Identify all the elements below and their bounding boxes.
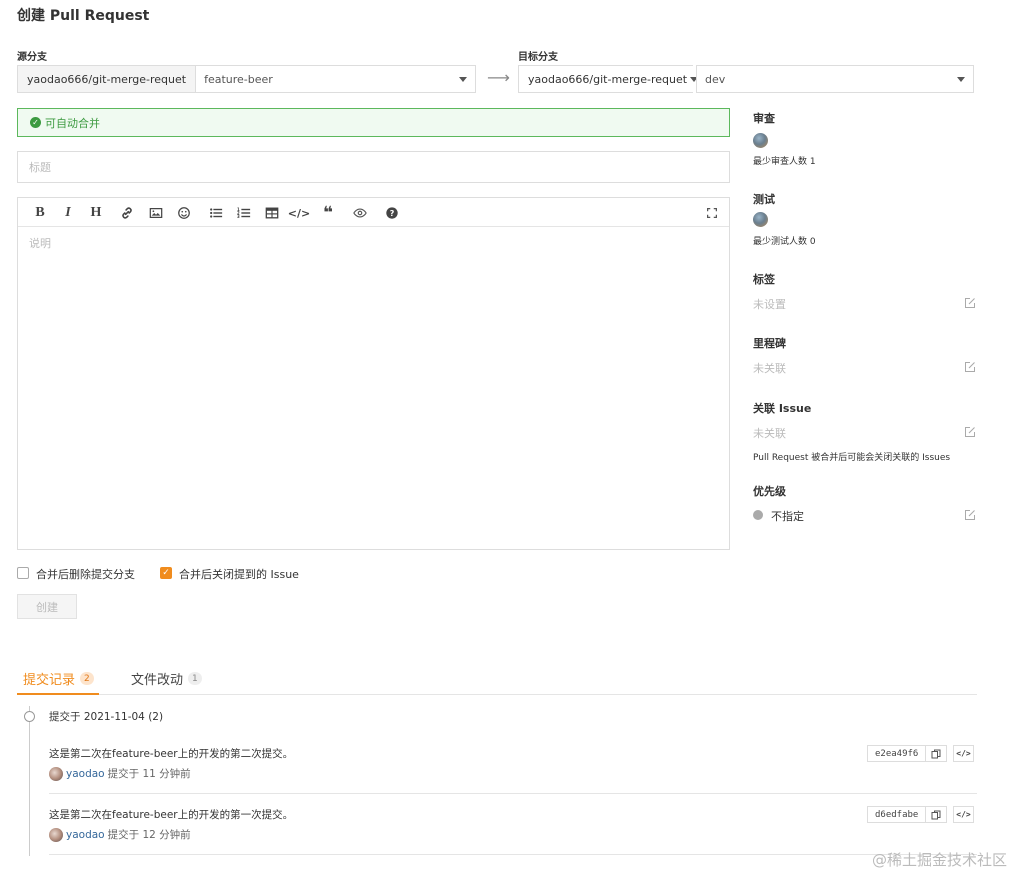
italic-icon[interactable]: I bbox=[60, 205, 76, 221]
source-branch-value: feature-beer bbox=[204, 72, 273, 86]
add-reviewer-avatar[interactable] bbox=[753, 133, 768, 148]
test-note: 最少测试人数 0 bbox=[753, 237, 816, 247]
arrow-right-icon: ⟶ bbox=[487, 68, 510, 87]
delete-branch-checkbox[interactable] bbox=[17, 567, 29, 579]
tab-files-count: 1 bbox=[188, 672, 202, 685]
title-input[interactable] bbox=[17, 151, 730, 183]
browse-code-button[interactable]: </> bbox=[953, 745, 974, 762]
source-repo: yaodao666/git-merge-requet bbox=[18, 66, 197, 92]
chevron-down-icon bbox=[957, 76, 965, 82]
target-repo-selector[interactable]: yaodao666/git-merge-requet bbox=[518, 65, 706, 93]
copy-icon[interactable] bbox=[926, 746, 946, 761]
commit-timeline bbox=[29, 706, 30, 856]
add-tester-avatar[interactable] bbox=[753, 212, 768, 227]
tags-value: 未设置 bbox=[753, 298, 786, 311]
source-branch-selector[interactable]: yaodao666/git-merge-requet feature-beer bbox=[17, 65, 476, 93]
help-icon[interactable]: ? bbox=[384, 205, 400, 221]
commit-message[interactable]: 这是第二次在feature-beer上的开发的第一次提交。 bbox=[49, 807, 293, 822]
commit-author[interactable]: yaodao bbox=[66, 829, 105, 841]
priority-dot-icon bbox=[753, 510, 763, 520]
bold-icon[interactable]: B bbox=[32, 205, 48, 221]
commit-meta: yaodao 提交于 11 分钟前 bbox=[49, 766, 191, 781]
image-icon[interactable] bbox=[148, 205, 164, 221]
issue-note: Pull Request 被合并后可能会关闭关联的 Issues bbox=[753, 453, 951, 463]
editor-toolbar: B I H 123 </> ❝ ? bbox=[18, 198, 729, 227]
priority-value: 不指定 bbox=[771, 510, 804, 523]
tab-files[interactable]: 文件改动 1 bbox=[131, 669, 202, 688]
close-issue-checkbox[interactable]: ✓ bbox=[160, 567, 172, 579]
copy-icon[interactable] bbox=[926, 807, 946, 822]
commit-sha[interactable]: e2ea49f6 bbox=[868, 746, 927, 761]
heading-icon[interactable]: H bbox=[88, 205, 104, 221]
commit-message[interactable]: 这是第二次在feature-beer上的开发的第二次提交。 bbox=[49, 746, 293, 761]
chevron-down-icon bbox=[459, 76, 467, 82]
tab-commits[interactable]: 提交记录 2 bbox=[23, 669, 94, 688]
target-branch-value: dev bbox=[705, 72, 726, 86]
commit-meta: yaodao 提交于 12 分钟前 bbox=[49, 827, 191, 842]
watermark: @稀土掘金技术社区 bbox=[871, 851, 1007, 869]
emoji-icon[interactable] bbox=[176, 205, 192, 221]
create-button[interactable]: 创建 bbox=[17, 594, 77, 619]
page-title: 创建 Pull Request bbox=[17, 8, 150, 24]
commit-time: 提交于 12 分钟前 bbox=[107, 829, 191, 841]
check-circle-icon: ✓ bbox=[30, 117, 41, 128]
tab-commits-count: 2 bbox=[80, 672, 94, 685]
delete-branch-label[interactable]: 合并后删除提交分支 bbox=[36, 566, 135, 582]
commit-author[interactable]: yaodao bbox=[66, 768, 105, 780]
review-note: 最少审查人数 1 bbox=[753, 157, 816, 167]
target-repo: yaodao666/git-merge-requet bbox=[528, 72, 688, 86]
browse-code-button[interactable]: </> bbox=[953, 806, 974, 823]
bullet-list-icon[interactable] bbox=[208, 205, 224, 221]
avatar[interactable] bbox=[49, 827, 63, 842]
edit-icon[interactable] bbox=[964, 297, 976, 309]
numbered-list-icon[interactable]: 123 bbox=[236, 205, 252, 221]
svg-text:3: 3 bbox=[237, 214, 240, 219]
close-issue-label[interactable]: 合并后关闭提到的 Issue bbox=[179, 566, 299, 582]
quote-icon[interactable]: ❝ bbox=[320, 203, 336, 223]
review-label: 审查 bbox=[753, 112, 775, 125]
edit-icon[interactable] bbox=[964, 426, 976, 438]
svg-text:?: ? bbox=[390, 209, 395, 218]
commit-node-icon bbox=[24, 711, 35, 722]
priority-label: 优先级 bbox=[753, 485, 786, 498]
tab-divider bbox=[17, 694, 977, 695]
commit-sha-box: d6edfabe bbox=[867, 806, 948, 823]
table-icon[interactable] bbox=[264, 205, 280, 221]
eye-icon[interactable] bbox=[352, 205, 368, 221]
target-branch-dropdown[interactable]: dev bbox=[697, 66, 973, 92]
fullscreen-icon[interactable] bbox=[704, 205, 720, 221]
test-label: 测试 bbox=[753, 193, 775, 206]
code-icon[interactable]: </> bbox=[288, 205, 310, 221]
commit-sha-box: e2ea49f6 bbox=[867, 745, 948, 762]
tab-active-indicator bbox=[17, 693, 99, 695]
description-textarea[interactable] bbox=[18, 227, 729, 548]
tags-label: 标签 bbox=[753, 273, 775, 286]
avatar[interactable] bbox=[49, 766, 63, 781]
commit-divider bbox=[49, 854, 977, 855]
commit-group-header: 提交于 2021-11-04 (2) bbox=[49, 711, 164, 723]
tab-commits-label: 提交记录 bbox=[23, 673, 76, 688]
description-editor: B I H 123 </> ❝ ? bbox=[17, 197, 730, 550]
merge-status-banner: ✓ 可自动合并 bbox=[17, 108, 730, 137]
issue-label: 关联 Issue bbox=[753, 402, 812, 415]
edit-icon[interactable] bbox=[964, 361, 976, 373]
merge-status-text: 可自动合并 bbox=[45, 116, 100, 130]
issue-value: 未关联 bbox=[753, 427, 786, 440]
target-branch-selector[interactable]: dev bbox=[696, 65, 974, 93]
link-icon[interactable] bbox=[119, 205, 135, 221]
commit-divider bbox=[49, 793, 977, 794]
commit-time: 提交于 11 分钟前 bbox=[107, 768, 191, 780]
target-branch-label: 目标分支 bbox=[518, 52, 558, 63]
commit-sha[interactable]: d6edfabe bbox=[868, 807, 927, 822]
target-repo-dropdown[interactable]: yaodao666/git-merge-requet bbox=[519, 66, 706, 92]
source-branch-label: 源分支 bbox=[17, 52, 47, 63]
source-branch-dropdown[interactable]: feature-beer bbox=[196, 66, 475, 92]
tab-files-label: 文件改动 bbox=[131, 673, 184, 688]
edit-icon[interactable] bbox=[964, 509, 976, 521]
milestone-value: 未关联 bbox=[753, 362, 786, 375]
milestone-label: 里程碑 bbox=[753, 337, 786, 350]
